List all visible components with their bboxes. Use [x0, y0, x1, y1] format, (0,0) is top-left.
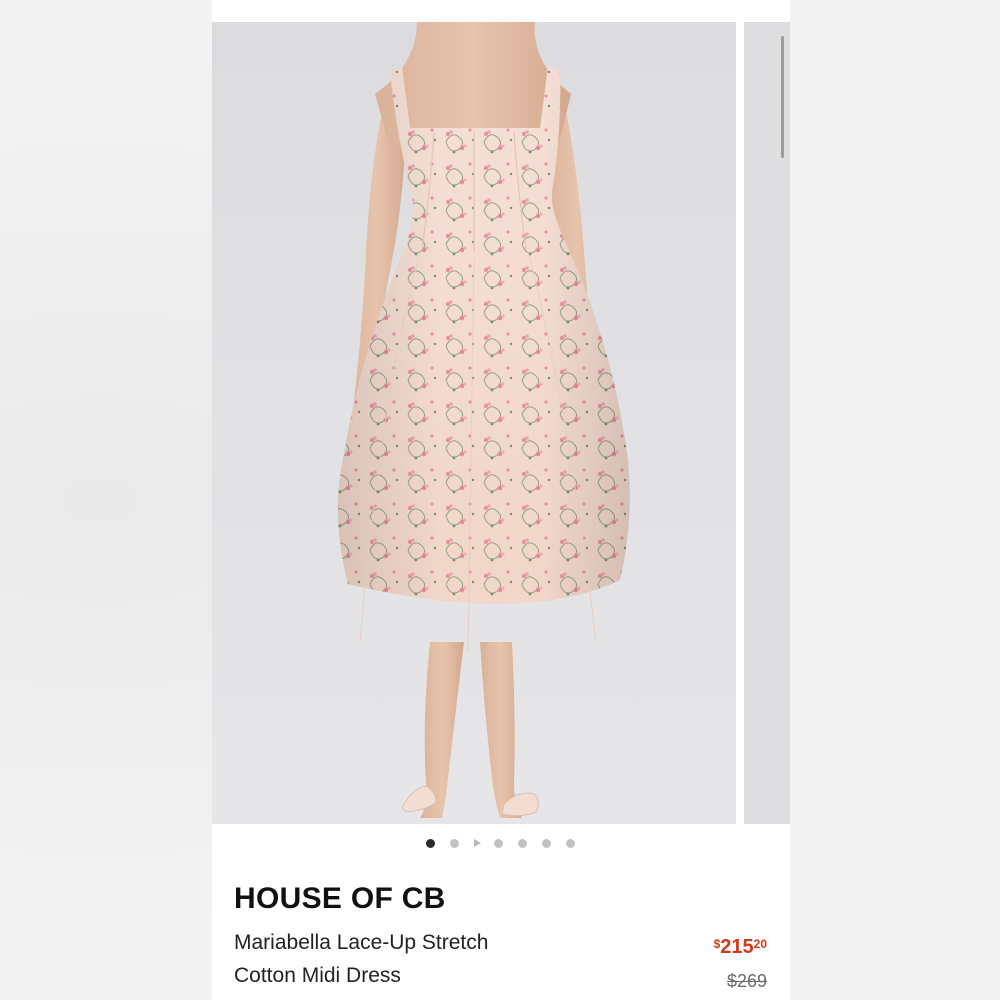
- scrollbar-thumb[interactable]: [781, 36, 784, 158]
- product-title-line-2: Cotton Midi Dress: [234, 964, 401, 987]
- pagination-dot-6[interactable]: [566, 839, 575, 848]
- pagination-dot-4[interactable]: [518, 839, 527, 848]
- sale-price: $21520: [714, 937, 767, 957]
- pagination-dot-2[interactable]: [450, 839, 459, 848]
- product-card: HOUSE OF CB Mariabella Lace-Up Stretch C…: [212, 0, 790, 1000]
- image-carousel[interactable]: [212, 22, 790, 824]
- model-dress-illustration: [337, 22, 630, 818]
- brand-name[interactable]: HOUSE OF CB: [234, 882, 446, 916]
- product-title: Mariabella Lace-Up Stretch Cotton Midi D…: [234, 926, 574, 992]
- carousel-pagination: [212, 837, 790, 849]
- product-title-line-1: Mariabella Lace-Up Stretch: [234, 931, 489, 954]
- pagination-dot-3[interactable]: [494, 839, 503, 848]
- price-cents: 20: [753, 937, 767, 951]
- pagination-dot-5[interactable]: [542, 839, 551, 848]
- video-play-icon[interactable]: [474, 839, 481, 847]
- original-price: $269: [726, 971, 767, 991]
- price-dollars: 215: [720, 936, 754, 958]
- pagination-dot-1[interactable]: [426, 839, 435, 848]
- product-photo[interactable]: [212, 22, 736, 824]
